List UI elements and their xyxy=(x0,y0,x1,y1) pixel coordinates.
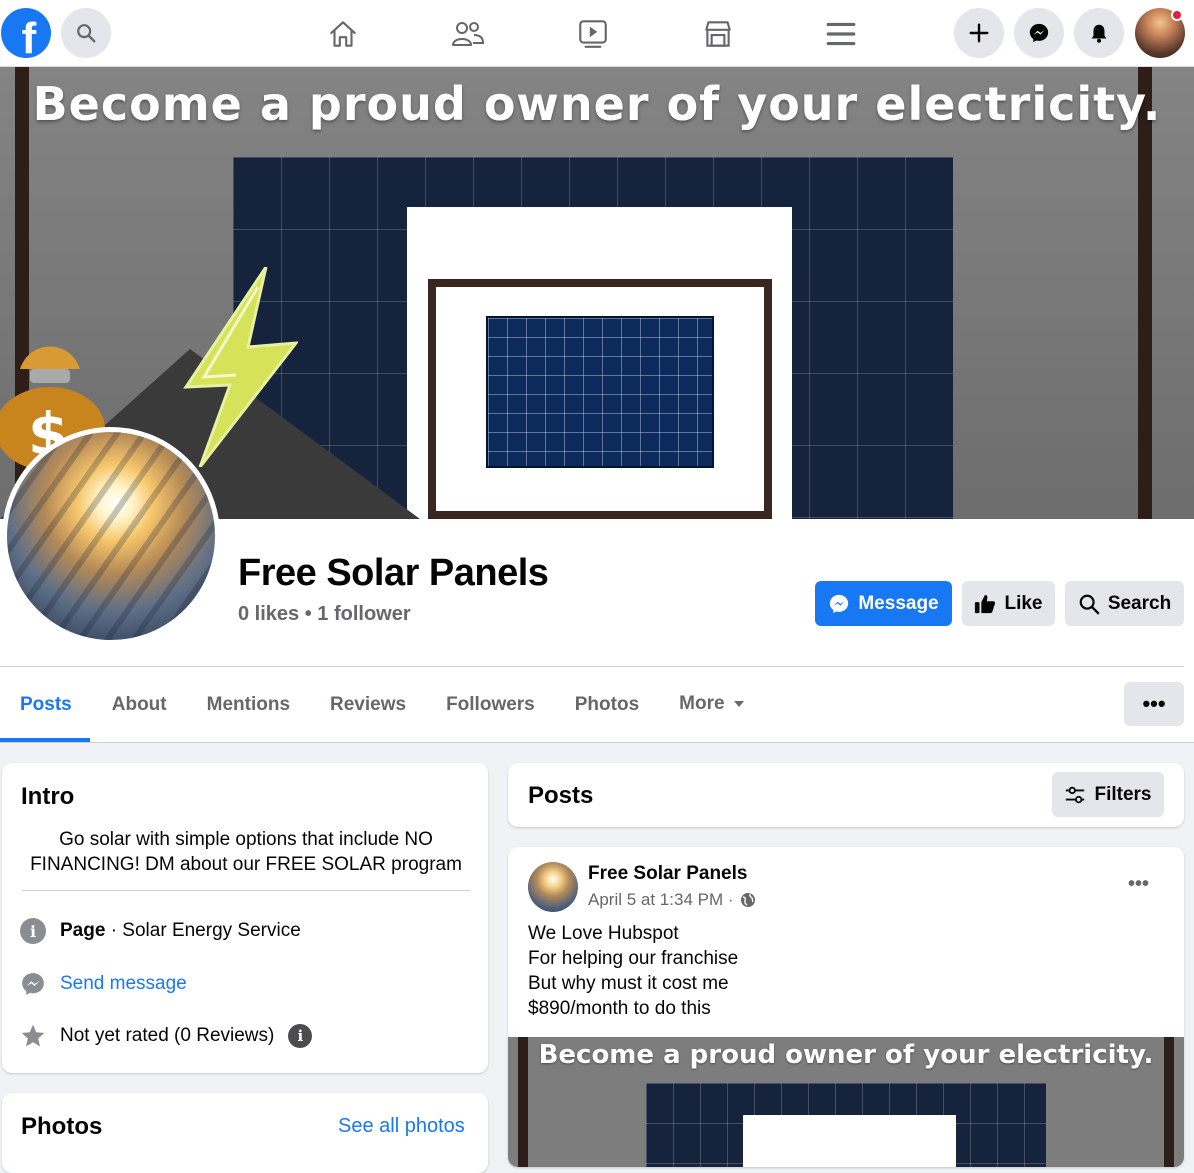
photos-title: Photos xyxy=(21,1113,103,1140)
posts-title: Posts xyxy=(528,782,594,809)
post-text: We Love Hubspot For helping our franchis… xyxy=(528,923,739,1019)
post-author-avatar[interactable] xyxy=(528,862,578,912)
notification-dot xyxy=(1171,9,1183,21)
globe-icon xyxy=(740,893,755,907)
tab-mentions[interactable]: Mentions xyxy=(187,684,310,724)
profile-picture-image xyxy=(7,432,215,640)
profile-picture[interactable] xyxy=(2,427,220,645)
menu-icon xyxy=(826,22,856,46)
notifications-button[interactable] xyxy=(1074,8,1124,58)
intro-page-type-category: · Solar Energy Service xyxy=(105,920,301,941)
rating-text: Not yet rated (0 Reviews) xyxy=(60,1025,275,1046)
post-card: Free Solar Panels April 5 at 1:34 PM · •… xyxy=(508,847,1184,1167)
intro-card: Intro Go solar with simple options that … xyxy=(2,763,488,1073)
header-bottom-border xyxy=(0,742,1194,743)
messenger-icon xyxy=(20,971,46,997)
post-meta: April 5 at 1:34 PM · xyxy=(588,890,756,910)
facebook-logo-letter: f xyxy=(21,14,37,59)
send-message-link[interactable]: Send message xyxy=(60,973,187,995)
home-icon xyxy=(330,21,356,47)
notifications-icon xyxy=(1091,24,1107,43)
nav-home[interactable] xyxy=(323,14,363,54)
page-search-button[interactable]: Search xyxy=(1065,581,1184,626)
cover-mini-panel xyxy=(486,316,714,468)
friends-icon xyxy=(452,22,485,46)
filters-button[interactable]: Filters xyxy=(1052,772,1164,817)
nav-menu[interactable] xyxy=(821,14,861,54)
intro-title: Intro xyxy=(21,783,75,810)
page-options-button[interactable]: ••• xyxy=(1124,682,1184,726)
intro-page-type-bold: Page xyxy=(60,920,106,941)
search-button[interactable] xyxy=(61,8,111,58)
intro-divider xyxy=(22,890,470,891)
tab-posts[interactable]: Posts xyxy=(0,684,92,724)
tab-more-label: More xyxy=(679,693,725,714)
facebook-logo[interactable]: f xyxy=(1,8,51,58)
filters-icon xyxy=(1066,786,1085,803)
intro-send-message[interactable]: Send message xyxy=(20,969,187,999)
page-search-label: Search xyxy=(1107,592,1172,614)
search-icon xyxy=(77,24,96,43)
star-icon xyxy=(20,1023,46,1049)
info-icon: i xyxy=(20,918,46,944)
intro-rating: Not yet rated (0 Reviews) i xyxy=(20,1021,313,1051)
message-button[interactable]: Message xyxy=(815,581,952,626)
nav-watch[interactable] xyxy=(573,14,613,54)
more-options-icon: ••• xyxy=(1142,691,1166,716)
messenger-icon xyxy=(1029,23,1049,43)
header-divider xyxy=(0,666,1184,667)
page-tabs: Posts About Mentions Reviews Followers P… xyxy=(0,684,765,724)
tab-reviews[interactable]: Reviews xyxy=(310,684,426,724)
post-options-icon[interactable]: ••• xyxy=(1128,873,1149,896)
messenger-icon xyxy=(830,594,849,613)
create-icon xyxy=(969,23,989,43)
top-navigation-bar: f xyxy=(0,0,1194,67)
post-timestamp[interactable]: April 5 at 1:34 PM · xyxy=(588,890,734,910)
thumbs-up-icon xyxy=(975,594,996,613)
post-image-mat xyxy=(743,1115,956,1167)
like-button-label: Like xyxy=(1004,592,1043,614)
nav-marketplace[interactable] xyxy=(698,14,738,54)
like-button[interactable]: Like xyxy=(962,581,1055,626)
marketplace-icon xyxy=(705,21,731,47)
tab-followers[interactable]: Followers xyxy=(426,684,555,724)
watch-icon xyxy=(579,20,607,48)
intro-page-type-text: Page · Solar Energy Service xyxy=(60,920,301,942)
intro-page-type: i Page · Solar Energy Service xyxy=(20,916,301,946)
tab-more[interactable]: More xyxy=(659,684,764,724)
account-avatar[interactable] xyxy=(1135,8,1185,58)
cover-frame-inner xyxy=(436,287,764,511)
nav-friends[interactable] xyxy=(448,14,488,54)
post-image[interactable]: Become a proud owner of your electricity… xyxy=(508,1037,1184,1167)
tab-about[interactable]: About xyxy=(92,684,187,724)
posts-header-card: Posts Filters xyxy=(508,763,1184,827)
tab-photos[interactable]: Photos xyxy=(555,684,659,724)
cover-headline: Become a proud owner of your electricity… xyxy=(32,77,1162,131)
filters-label: Filters xyxy=(1094,783,1152,805)
create-button[interactable] xyxy=(954,8,1004,58)
photos-card: Photos See all photos xyxy=(2,1093,488,1173)
post-image-headline: Become a proud owner of your electricity… xyxy=(538,1040,1154,1070)
see-all-photos-link[interactable]: See all photos xyxy=(338,1115,465,1138)
message-button-label: Message xyxy=(858,592,939,614)
search-icon xyxy=(1079,594,1100,614)
page-stats[interactable]: 0 likes • 1 follower xyxy=(238,603,411,626)
cover-picture-frame xyxy=(428,279,772,519)
messenger-button[interactable] xyxy=(1014,8,1064,58)
caret-down-icon xyxy=(733,701,744,707)
page-title: Free Solar Panels xyxy=(238,552,549,594)
post-author[interactable]: Free Solar Panels xyxy=(588,863,747,885)
intro-bio: Go solar with simple options that includ… xyxy=(30,829,462,875)
rating-info-icon[interactable]: i xyxy=(288,1024,313,1048)
